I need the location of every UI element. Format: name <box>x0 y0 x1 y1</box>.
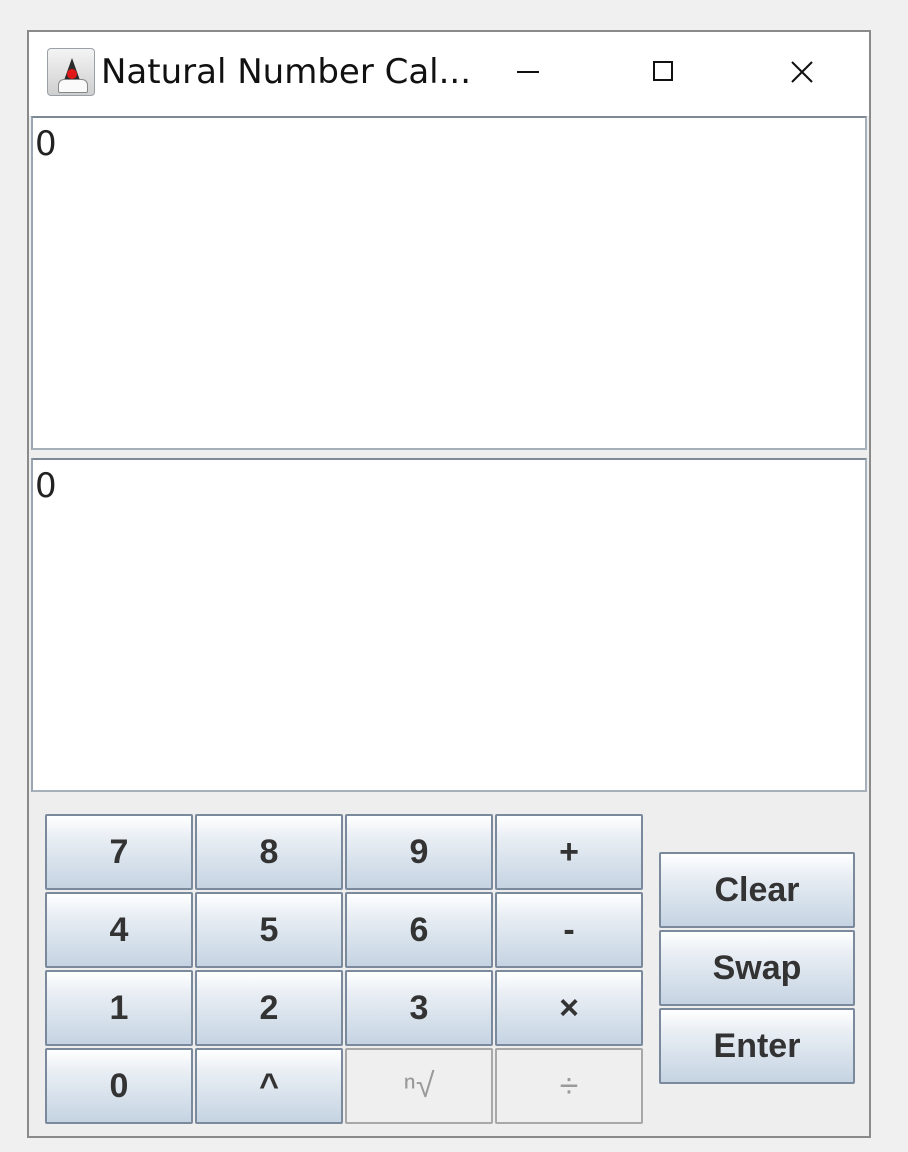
bottom-display-value: 0 <box>35 466 57 506</box>
maximize-icon <box>653 61 673 81</box>
minimize-icon <box>517 71 539 73</box>
bottom-display[interactable]: 0 <box>31 458 867 792</box>
java-duke-icon[interactable] <box>47 48 95 96</box>
key-8[interactable]: 8 <box>195 814 343 890</box>
key-3[interactable]: 3 <box>345 970 493 1046</box>
key-power[interactable]: ^ <box>195 1048 343 1124</box>
key-0[interactable]: 0 <box>45 1048 193 1124</box>
clear-button[interactable]: Clear <box>659 852 855 928</box>
key-4[interactable]: 4 <box>45 892 193 968</box>
minimize-button[interactable] <box>494 50 564 94</box>
key-6[interactable]: 6 <box>345 892 493 968</box>
key-9[interactable]: 9 <box>345 814 493 890</box>
swap-button[interactable]: Swap <box>659 930 855 1006</box>
key-root[interactable]: ⁿ√ <box>345 1048 493 1124</box>
key-subtract[interactable]: - <box>495 892 643 968</box>
key-7[interactable]: 7 <box>45 814 193 890</box>
key-multiply[interactable]: × <box>495 970 643 1046</box>
close-button[interactable] <box>767 50 837 94</box>
key-1[interactable]: 1 <box>45 970 193 1046</box>
top-display[interactable]: 0 <box>31 116 867 450</box>
key-add[interactable]: + <box>495 814 643 890</box>
top-display-value: 0 <box>35 124 57 164</box>
key-divide[interactable]: ÷ <box>495 1048 643 1124</box>
close-icon <box>791 61 813 83</box>
calculator-window: Natural Number Cal... 0 0 7 8 9 + 4 5 6 … <box>27 30 871 1138</box>
window-title: Natural Number Cal... <box>101 52 472 92</box>
key-2[interactable]: 2 <box>195 970 343 1046</box>
maximize-button[interactable] <box>629 50 699 94</box>
title-bar[interactable]: Natural Number Cal... <box>29 32 869 116</box>
enter-button[interactable]: Enter <box>659 1008 855 1084</box>
key-5[interactable]: 5 <box>195 892 343 968</box>
